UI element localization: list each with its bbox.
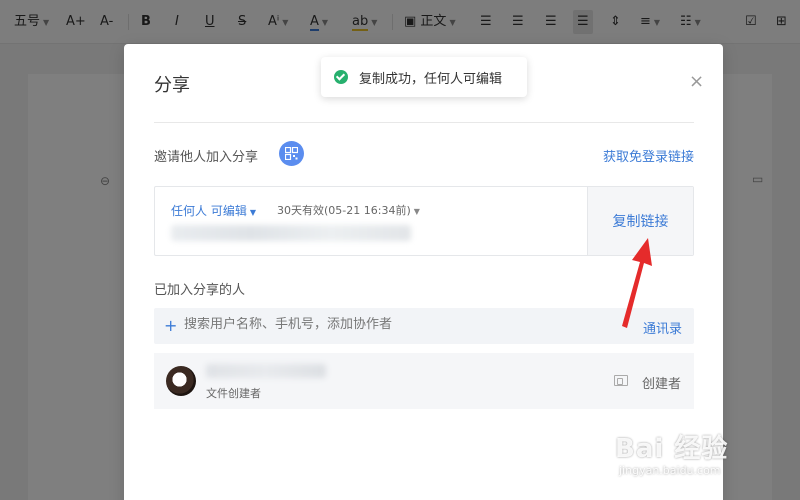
chevron-down-icon: ▼ [249,208,256,217]
permission-dropdown[interactable]: 任何人 可编辑 ▼ [171,202,256,219]
watermark: Bai 经验 jingyan.baidu.com [615,428,795,498]
expiry-dropdown[interactable]: 30天有效(05-21 16:34前) ▼ [277,202,420,218]
toast-message: 复制成功，任何人可编辑 [359,72,503,87]
success-toast: 复制成功，任何人可编辑 [321,57,527,97]
watermark-url: jingyan.baidu.com [619,464,721,477]
qr-code-button[interactable] [279,141,304,166]
invite-label: 邀请他人加入分享 [154,150,259,165]
permission-value: 任何人 可编辑 [171,204,247,218]
get-login-free-link[interactable]: 获取免登录链接 [603,146,694,165]
member-row: 文件创建者 创建者 [154,353,694,409]
dialog-title: 分享 [154,75,190,96]
share-url-redacted [171,225,411,241]
check-circle-icon [334,70,348,84]
expiry-value: 30天有效(05-21 16:34前) [277,204,411,217]
watermark-logo: Bai 经验 [615,434,729,464]
member-role: 创建者 [642,377,682,392]
chevron-down-icon: ▼ [413,207,420,216]
collaborator-search-input[interactable] [184,317,604,332]
member-name-redacted [206,364,326,378]
id-card-icon [614,375,628,386]
joined-label: 已加入分享的人 [154,283,246,298]
member-subtitle: 文件创建者 [206,387,261,400]
plus-icon: + [164,316,178,335]
avatar [166,366,196,396]
annotation-arrow-icon [622,238,652,328]
qr-code-icon [285,147,298,160]
close-icon[interactable]: × [689,73,704,91]
dialog-divider [154,122,694,123]
